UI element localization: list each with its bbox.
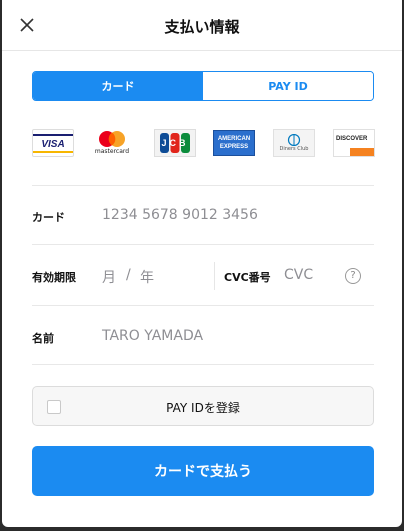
divider <box>32 305 374 306</box>
name-input[interactable]: TARO YAMADA <box>102 328 203 344</box>
expiry-year-input[interactable]: 年 <box>140 267 154 287</box>
visa-logo: VISA <box>32 129 74 157</box>
mastercard-circles <box>99 130 125 147</box>
visa-logo-text: VISA <box>41 138 65 150</box>
amex-logo-line2: EXPRESS <box>219 144 249 150</box>
payment-method-tabs: カード PAY ID <box>32 71 374 101</box>
mastercard-logo: mastercard <box>92 129 132 155</box>
mastercard-logo-text: mastercard <box>94 147 130 155</box>
modal-header: 支払い情報 <box>2 0 402 51</box>
diners-club-logo: Diners Club <box>273 129 315 157</box>
divider <box>32 364 374 365</box>
name-label: 名前 <box>32 332 54 345</box>
payment-modal: 支払い情報 カード PAY ID VISA mastercard JCB AME… <box>2 0 402 527</box>
jcb-logo: JCB <box>154 129 196 157</box>
register-label: PAY IDを登録 <box>166 401 240 415</box>
tab-card[interactable]: カード <box>33 72 203 100</box>
tab-pay-id[interactable]: PAY ID <box>203 72 373 100</box>
diners-club-circle <box>287 134 301 146</box>
card-number-input[interactable]: 1234 5678 9012 3456 <box>102 207 258 223</box>
amex-logo-line1: AMERICAN <box>217 136 251 142</box>
discover-logo: DISCOVER <box>333 129 375 157</box>
vertical-divider <box>214 262 215 290</box>
card-brand-logos: VISA mastercard JCB AMERICAN EXPRESS Din… <box>32 129 375 157</box>
expiry-separator: / <box>126 267 131 283</box>
register-pay-id-toggle[interactable]: PAY IDを登録 <box>32 386 374 426</box>
cvc-input[interactable]: CVC <box>284 267 313 283</box>
pay-with-card-button[interactable]: カードで支払う <box>32 446 374 496</box>
jcb-logo-text: JCB <box>161 138 189 148</box>
diners-club-logo-text: Diners Club <box>279 146 309 152</box>
divider <box>32 185 374 186</box>
help-icon[interactable]: ? <box>345 268 361 284</box>
discover-logo-text: DISCOVER <box>336 136 368 142</box>
card-number-label: カード <box>32 211 65 224</box>
amex-logo: AMERICAN EXPRESS <box>213 130 255 156</box>
cvc-label: CVC番号 <box>224 271 271 284</box>
divider <box>32 244 374 245</box>
expiry-month-input[interactable]: 月 <box>102 267 116 287</box>
expiry-label: 有効期限 <box>32 271 76 284</box>
page-title: 支払い情報 <box>164 18 240 36</box>
